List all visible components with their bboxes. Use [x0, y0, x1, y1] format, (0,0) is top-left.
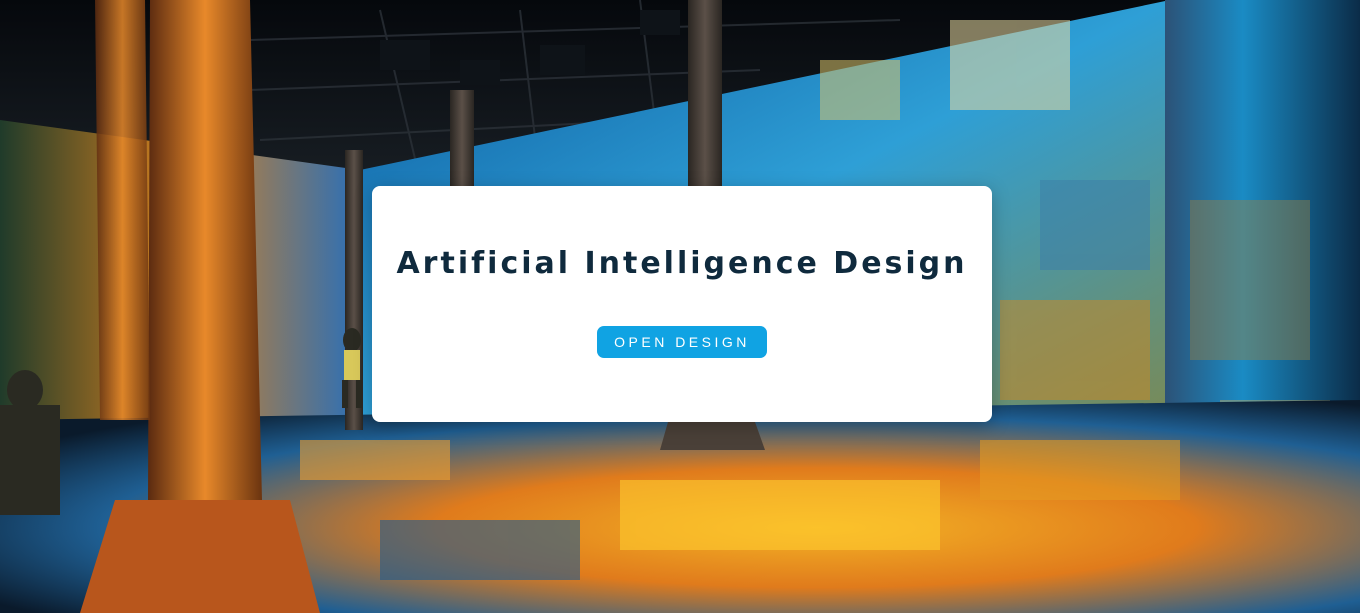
hero-title: Artificial Intelligence Design	[396, 246, 968, 281]
open-design-button[interactable]: OPEN DESIGN	[597, 326, 767, 358]
hero-section: Artificial Intelligence Design OPEN DESI…	[0, 0, 1360, 613]
hero-card: Artificial Intelligence Design OPEN DESI…	[372, 186, 992, 422]
